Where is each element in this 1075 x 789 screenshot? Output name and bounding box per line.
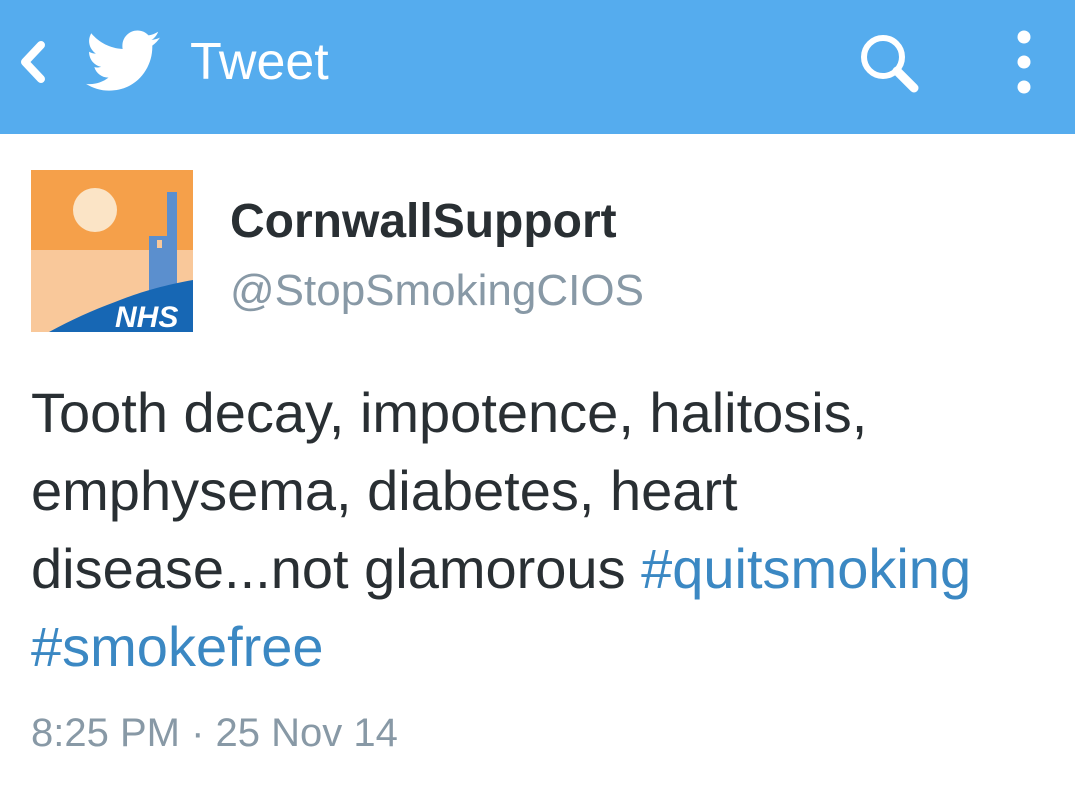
search-button[interactable] [856,30,922,96]
tweet-date: 25 Nov 14 [215,711,398,755]
back-button[interactable] [12,38,52,86]
author-handle[interactable]: @StopSmokingCIOS [230,266,644,316]
tweet-text: Tooth decay, impotence, halitosis, emphy… [31,374,1061,686]
author-display-name[interactable]: CornwallSupport [230,196,617,248]
timestamp-separator: · [191,711,205,755]
twitter-bird-icon [86,30,160,91]
page-title: Tweet [190,33,329,91]
chevron-left-icon [21,41,45,83]
nhs-logo-avatar-image: NHS [31,170,193,332]
overflow-menu-icon [1017,30,1031,94]
nhs-badge-text: NHS [115,301,178,332]
avatar[interactable]: NHS [31,170,193,332]
hashtag-link[interactable]: #smokefree [31,615,324,678]
top-app-bar: Tweet [0,0,1075,134]
tweet-timestamp: 8:25 PM · 25 Nov 14 [31,710,398,756]
hashtag-link[interactable]: #quitsmoking [641,537,971,600]
search-icon [861,35,919,93]
overflow-menu-button[interactable] [1006,28,1042,98]
tweet-time: 8:25 PM [31,711,180,755]
